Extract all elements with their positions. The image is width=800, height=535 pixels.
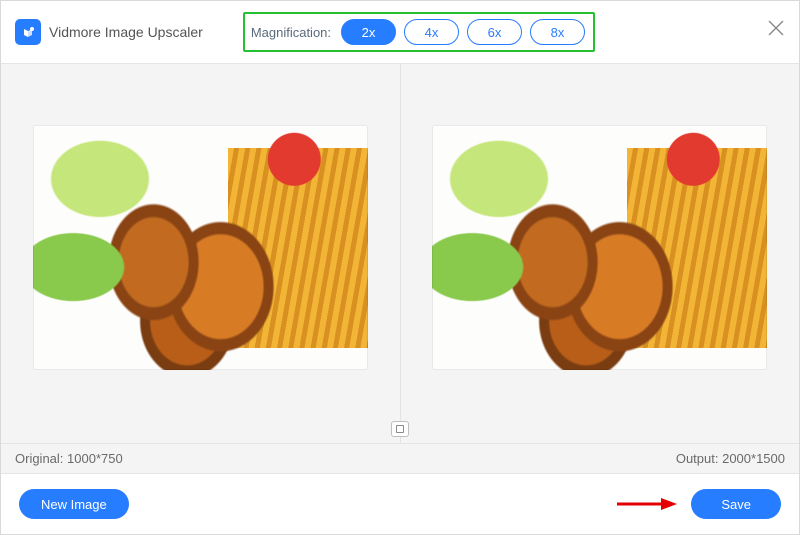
- output-dimensions: Output: 2000*1500: [676, 451, 785, 466]
- app-title: Vidmore Image Upscaler: [49, 24, 203, 40]
- output-image: [432, 125, 767, 370]
- app-logo-icon: [15, 19, 41, 45]
- magnification-option-6x[interactable]: 6x: [467, 19, 522, 45]
- magnification-options: 2x 4x 6x 8x: [341, 19, 585, 45]
- magnification-label: Magnification:: [251, 25, 331, 40]
- app-window: Vidmore Image Upscaler Magnification: 2x…: [0, 0, 800, 535]
- new-image-button[interactable]: New Image: [19, 489, 129, 519]
- top-bar: Vidmore Image Upscaler Magnification: 2x…: [1, 1, 799, 63]
- original-pane: [1, 64, 401, 443]
- arrow-annotation-icon: [615, 496, 677, 512]
- magnification-option-2x[interactable]: 2x: [341, 19, 396, 45]
- magnification-group: Magnification: 2x 4x 6x 8x: [243, 12, 595, 52]
- save-button[interactable]: Save: [691, 489, 781, 519]
- output-pane: [401, 64, 800, 443]
- preview-area: [1, 63, 799, 444]
- original-dimensions: Original: 1000*750: [15, 451, 123, 466]
- magnification-option-8x[interactable]: 8x: [530, 19, 585, 45]
- magnification-option-4x[interactable]: 4x: [404, 19, 459, 45]
- close-icon: [767, 19, 785, 37]
- bottom-bar: New Image Save: [1, 474, 799, 534]
- info-row: Original: 1000*750 Output: 2000*1500: [1, 444, 799, 474]
- brand: Vidmore Image Upscaler: [15, 19, 203, 45]
- close-button[interactable]: [767, 19, 785, 37]
- compare-toggle-button[interactable]: [391, 421, 409, 437]
- original-image: [33, 125, 368, 370]
